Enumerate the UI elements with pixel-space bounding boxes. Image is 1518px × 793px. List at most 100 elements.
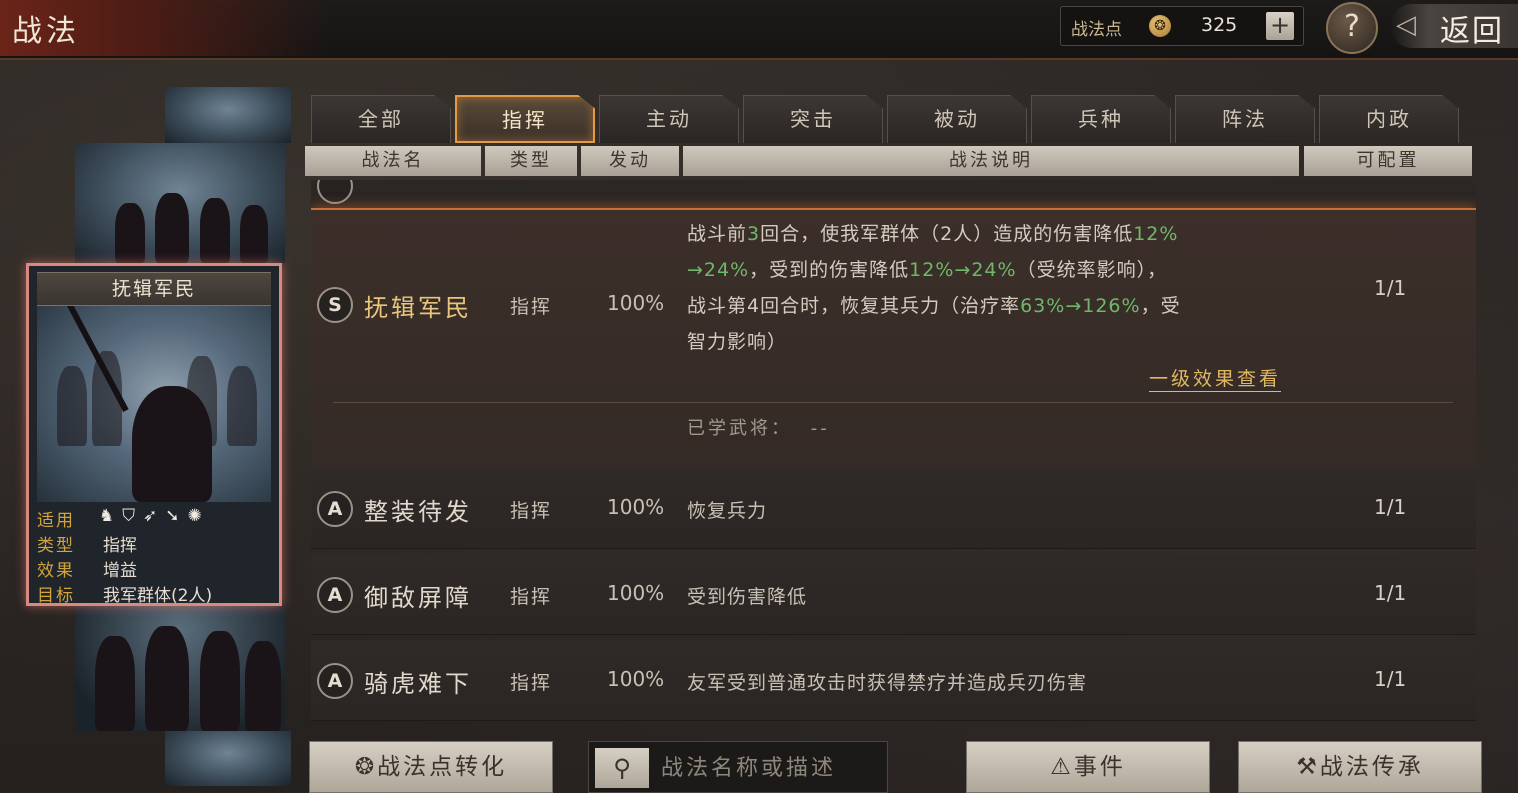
column-header-description: 战法说明 (683, 146, 1299, 176)
skill-points-label: 战法点 (1071, 20, 1122, 40)
general-silhouette (132, 386, 212, 502)
search-button[interactable]: ⚲ (595, 748, 649, 788)
skill-points-display: 战法点 ❂ 325 + (1060, 6, 1304, 46)
skill-name: 骑虎难下 (364, 670, 472, 698)
skill-name: 抚辑军民 (364, 294, 472, 322)
back-button[interactable]: ◁ 返回 (1390, 4, 1518, 49)
skill-name: 整装待发 (364, 498, 472, 526)
selected-skill-row[interactable]: S 抚辑军民 指挥 100% 1/1 战斗前3回合，使我军群体（2人）造成的伤害… (311, 208, 1476, 470)
column-header-type[interactable]: 类型 (485, 146, 577, 176)
desc-line: 智力影响） (687, 331, 788, 353)
search-input[interactable] (659, 750, 883, 786)
back-arrow-icon: ◁ (1396, 10, 1416, 40)
tab-formation[interactable]: 阵法 (1175, 95, 1315, 143)
add-points-button[interactable]: + (1266, 12, 1294, 40)
cavalry-icon: ♞ (99, 506, 115, 526)
skill-description: 受到伤害降低 (687, 586, 808, 608)
list-item[interactable]: A 整装待发 指挥 100% 恢复兵力 1/1 (311, 468, 1476, 549)
grade-badge: A (317, 491, 353, 527)
column-header-trigger[interactable]: 发动 (581, 146, 679, 176)
skill-config-count: 1/1 (1374, 667, 1407, 691)
top-bar: 战法 战法点 ❂ 325 + ? ◁ 返回 (0, 0, 1518, 60)
card-strip-bottom[interactable] (165, 731, 291, 786)
card-info-row-type: 类型 指挥 (37, 531, 271, 556)
skill-type: 指挥 (510, 586, 553, 608)
list-item[interactable] (311, 180, 1476, 209)
events-button[interactable]: ⚠事件 (966, 741, 1210, 793)
search-icon: ⚲ (613, 754, 631, 782)
skill-description: 恢复兵力 (687, 500, 768, 522)
skill-description: 友军受到普通攻击时获得禁疗并造成兵刃伤害 (687, 672, 1088, 694)
info-value: 增益 (103, 561, 137, 581)
alert-icon: ⚠ (1050, 754, 1074, 780)
level-one-effect-link[interactable]: 一级效果查看 (1149, 364, 1282, 392)
skill-rate: 100% (607, 495, 665, 519)
tab-assault[interactable]: 突击 (743, 95, 883, 143)
grade-badge: A (317, 663, 353, 699)
tab-passive[interactable]: 被动 (887, 95, 1027, 143)
skill-type: 指挥 (510, 500, 553, 522)
info-value: 指挥 (103, 536, 137, 556)
grade-badge (317, 180, 353, 204)
skill-description: 战斗前3回合，使我军群体（2人）造成的伤害降低12% →24%，受到的伤害降低1… (687, 216, 1297, 360)
tab-all[interactable]: 全部 (311, 95, 451, 143)
card-strip-top[interactable] (165, 87, 291, 143)
back-label: 返回 (1440, 14, 1504, 49)
selected-skill-card[interactable]: 抚辑军民 适用 ♞ ⛉ ➶ ➘ ✺ 类型 指挥 效果 增益 目标 我军群体(2人… (26, 263, 282, 606)
skill-config-count: 1/1 (1374, 495, 1407, 519)
tab-internal-affairs[interactable]: 内政 (1319, 95, 1459, 143)
desc-line: →24%，受到的伤害降低12%→24%（受统率影响）， (687, 259, 1168, 281)
skill-list[interactable]: S 抚辑军民 指挥 100% 1/1 战斗前3回合，使我军群体（2人）造成的伤害… (311, 180, 1476, 722)
card-info-row-target: 目标 我军群体(2人) (37, 581, 271, 606)
grade-badge: A (317, 577, 353, 613)
skill-type: 指挥 (510, 296, 553, 318)
list-item[interactable]: A 骑虎难下 指挥 100% 友军受到普通攻击时获得禁疗并造成兵刃伤害 1/1 (311, 640, 1476, 721)
card-strip-lower[interactable] (75, 606, 285, 731)
row-divider (333, 402, 1453, 403)
spear-icon: ➘ (165, 506, 180, 526)
help-button[interactable]: ? (1326, 2, 1378, 54)
siege-icon: ✺ (187, 506, 202, 526)
search-box: ⚲ (588, 741, 888, 793)
card-name-bar: 抚辑军民 (37, 272, 271, 306)
tab-active[interactable]: 主动 (599, 95, 739, 143)
card-artwork (37, 306, 271, 502)
card-strip-upper[interactable] (75, 143, 285, 263)
info-key: 效果 (37, 561, 75, 581)
info-key: 类型 (37, 536, 75, 556)
learned-label: 已学武将： (687, 418, 792, 439)
convert-points-button[interactable]: ❂战法点转化 (309, 741, 553, 793)
coin-icon: ❂ (354, 754, 378, 780)
grade-badge: S (317, 287, 353, 323)
skill-inherit-button[interactable]: ⚒战法传承 (1238, 741, 1482, 793)
info-key: 目标 (37, 586, 75, 606)
bow-icon: ➶ (143, 506, 158, 526)
troop-type-icons: ♞ ⛉ ➶ ➘ ✺ (99, 506, 202, 526)
tab-troop-type[interactable]: 兵种 (1031, 95, 1171, 143)
card-info: 适用 ♞ ⛉ ➶ ➘ ✺ 类型 指挥 效果 增益 目标 我军群体(2人) (37, 506, 271, 606)
skill-rate: 100% (607, 581, 665, 605)
skill-type: 指挥 (510, 672, 553, 694)
card-info-row-effect: 效果 增益 (37, 556, 271, 581)
learned-generals: 已学武将： -- (687, 414, 830, 440)
skill-points-value: 325 (1201, 14, 1238, 36)
desc-line: 战斗前3回合，使我军群体（2人）造成的伤害降低12% (687, 223, 1179, 245)
column-header-name[interactable]: 战法名 (305, 146, 481, 176)
learned-value: -- (810, 418, 830, 439)
list-item[interactable]: A 御敌屏障 指挥 100% 受到伤害降低 1/1 (311, 554, 1476, 635)
info-value: 我军群体(2人) (103, 586, 213, 606)
info-key: 适用 (37, 511, 75, 531)
hammer-icon: ⚒ (1296, 754, 1320, 780)
skill-config-count: 1/1 (1374, 276, 1407, 300)
tab-command[interactable]: 指挥 (455, 95, 595, 143)
skill-point-coin-icon: ❂ (1149, 15, 1171, 37)
skill-rate: 100% (607, 667, 665, 691)
column-header-config[interactable]: 可配置 (1304, 146, 1472, 176)
skill-config-count: 1/1 (1374, 581, 1407, 605)
skill-rate: 100% (607, 291, 665, 315)
shield-icon: ⛉ (122, 506, 135, 526)
skill-name: 御敌屏障 (364, 584, 472, 612)
card-skill-name: 抚辑军民 (111, 278, 196, 300)
desc-line: 战斗第4回合时，恢复其兵力（治疗率63%→126%，受 (687, 295, 1181, 317)
card-info-row-applicable: 适用 ♞ ⛉ ➶ ➘ ✺ (37, 506, 271, 531)
